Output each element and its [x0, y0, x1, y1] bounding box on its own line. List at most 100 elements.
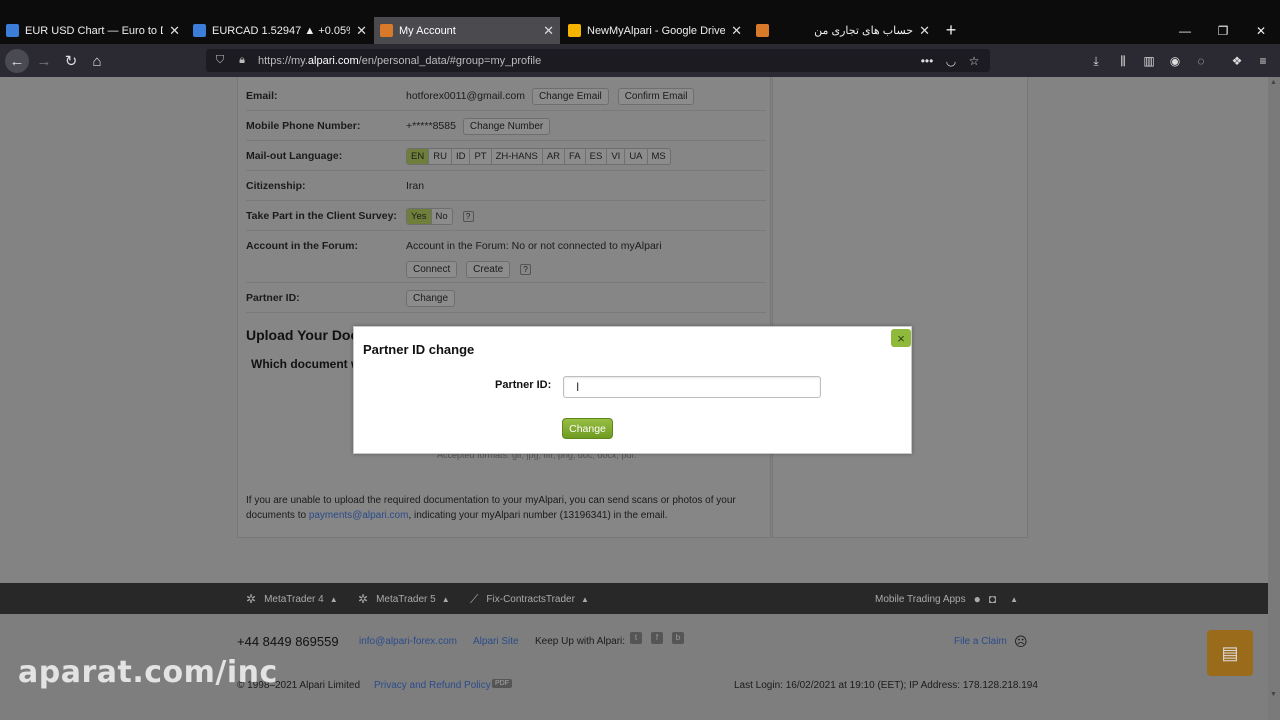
page-scrollbar[interactable]: ▲ ▼ [1268, 77, 1280, 720]
shield-icon[interactable]: ⛉ [212, 49, 228, 72]
menu-icon[interactable]: ≡ [1254, 52, 1272, 70]
partner-id-input[interactable]: I [563, 376, 821, 398]
survey-no-option[interactable]: No [431, 209, 452, 224]
citizenship-row: Citizenship: Iran [246, 171, 766, 201]
blog-icon[interactable]: b [672, 632, 684, 644]
pocket-icon[interactable]: ◡ [942, 52, 960, 70]
citizenship-label: Citizenship: [246, 180, 306, 192]
android-icon: ◘ [988, 592, 997, 606]
modal-close-button[interactable]: × [891, 329, 911, 347]
language-option-id[interactable]: ID [451, 149, 471, 164]
tab-persian-accounts[interactable]: حساب های تجاری من ✕ [750, 17, 936, 44]
caret-up-icon: ▲ [441, 594, 450, 604]
close-tab-icon[interactable]: ✕ [543, 23, 554, 39]
survey-yes-option[interactable]: Yes [407, 209, 432, 224]
home-icon[interactable]: ⌂ [86, 50, 108, 72]
minimize-icon[interactable]: — [1166, 17, 1204, 44]
side-panel [772, 77, 1028, 538]
language-option-zh-hans[interactable]: ZH-HANS [491, 149, 543, 164]
tab-google-drive[interactable]: NewMyAlpari - Google Drive ✕ [562, 17, 748, 44]
tab-favicon-icon [193, 24, 206, 37]
new-tab-icon[interactable]: + [940, 17, 962, 44]
sync-icon[interactable]: ◌ [1192, 52, 1210, 70]
tab-eurcad[interactable]: EURCAD 1.52947 ▲ +0.05% Un ✕ [187, 17, 373, 44]
change-number-button[interactable]: Change Number [462, 118, 551, 135]
footer-email-link[interactable]: info@alpari-forex.com [359, 636, 457, 647]
change-email-button[interactable]: Change Email [531, 88, 609, 105]
phone-label: Mobile Phone Number: [246, 120, 361, 132]
confirm-email-button[interactable]: Confirm Email [617, 88, 695, 105]
upload-subheading: Which document w [251, 357, 361, 371]
language-option-es[interactable]: ES [585, 149, 608, 164]
language-option-vi[interactable]: VI [607, 149, 626, 164]
tab-my-account[interactable]: My Account ✕ [374, 17, 560, 44]
metatrader5-menu[interactable]: ✲ MetaTrader 5 ▲ [358, 592, 450, 606]
sidebar-icon[interactable]: ▥ [1140, 52, 1158, 70]
mobile-apps-menu[interactable]: Mobile Trading Apps ● ◘ ▲ [875, 592, 1018, 606]
partner-change-button[interactable]: Change [406, 290, 456, 307]
scroll-down-icon[interactable]: ▼ [1270, 691, 1277, 698]
close-tab-icon[interactable]: ✕ [731, 23, 742, 39]
payments-email-link[interactable]: payments@alpari.com [309, 510, 409, 521]
metatrader-icon: ✲ [358, 592, 369, 606]
help-icon[interactable]: ? [462, 211, 474, 222]
upload-notice: If you are unable to upload the required… [246, 493, 746, 523]
facebook-icon[interactable]: f [651, 632, 663, 644]
language-option-ms[interactable]: MS [647, 149, 670, 164]
modal-change-button[interactable]: Change [562, 418, 613, 439]
upload-heading: Upload Your Doc [246, 327, 359, 343]
language-option-ru[interactable]: RU [429, 149, 452, 164]
forum-label: Account in the Forum: [246, 240, 358, 252]
language-option-ar[interactable]: AR [542, 149, 566, 164]
privacy-policy-link[interactable]: Privacy and Refund Policy [374, 680, 491, 691]
url-host: alpari.com [307, 54, 359, 67]
phone-value: +*****8585 [406, 120, 456, 132]
close-tab-icon[interactable]: ✕ [356, 23, 367, 39]
fix-contracts-trader-menu[interactable]: ⟋ Fix-ContractsTrader ▲ [470, 592, 589, 607]
connect-forum-button[interactable]: Connect [406, 261, 458, 278]
metatrader4-label: MetaTrader 4 [264, 593, 324, 605]
caret-up-icon: ▲ [580, 595, 589, 604]
tab-eur-usd-chart[interactable]: EUR USD Chart — Euro to Doll ✕ [0, 17, 186, 44]
apple-icon: ● [973, 592, 981, 606]
chat-icon[interactable]: ▤ [1207, 630, 1253, 676]
fix-contracts-icon: ⟋ [470, 592, 479, 606]
tab-title: My Account [399, 24, 456, 37]
lock-icon[interactable]: 🔒︎ [234, 49, 250, 72]
back-arrow-icon[interactable]: ← [5, 49, 29, 73]
email-label: Email: [246, 90, 278, 102]
restore-icon[interactable]: ❐ [1204, 17, 1242, 44]
download-icon[interactable]: ⤓ [1087, 52, 1105, 70]
metatrader4-menu[interactable]: ✲ MetaTrader 4 ▲ [246, 592, 338, 606]
language-option-ua[interactable]: UA [625, 149, 648, 164]
sad-face-icon: ☹ [1014, 634, 1028, 649]
help-icon[interactable]: ? [520, 264, 532, 275]
window-close-icon[interactable]: ✕ [1242, 17, 1280, 44]
url-prefix: https://my. [258, 54, 308, 67]
keep-up-label: Keep Up with Alpari: [535, 636, 626, 647]
address-bar[interactable]: https://my. alpari.com/en/personal_data/#… [206, 49, 990, 72]
browser-tab-bar: EUR USD Chart — Euro to Doll ✕ EURCAD 1.… [0, 0, 1280, 44]
library-icon[interactable]: ⫼ [1114, 52, 1132, 70]
close-tab-icon[interactable]: ✕ [919, 23, 930, 39]
twitter-icon[interactable]: t [630, 632, 642, 644]
bookmark-star-icon[interactable]: ☆ [965, 52, 983, 70]
language-option-fa[interactable]: FA [565, 149, 586, 164]
caret-up-icon: ▲ [1010, 594, 1019, 604]
create-forum-button[interactable]: Create [466, 261, 511, 278]
email-row: Email: hotforex0011@gmail.com Change Ema… [246, 81, 766, 111]
reload-icon[interactable]: ↻ [60, 50, 82, 72]
tab-favicon-icon [380, 24, 393, 37]
file-claim-link[interactable]: File a Claim [954, 636, 1007, 647]
extensions-icon[interactable]: ❖ [1228, 52, 1246, 70]
scroll-up-icon[interactable]: ▲ [1270, 79, 1277, 86]
language-option-pt[interactable]: PT [470, 149, 492, 164]
more-actions-icon[interactable]: ••• [918, 52, 936, 70]
close-tab-icon[interactable]: ✕ [169, 23, 180, 39]
forward-arrow-icon[interactable]: → [33, 50, 55, 72]
profile-card: Email: hotforex0011@gmail.com Change Ema… [237, 77, 771, 538]
language-option-en[interactable]: EN [407, 149, 430, 164]
account-icon[interactable]: ◉ [1166, 52, 1184, 70]
forum-value: Account in the Forum: No or not connecte… [406, 240, 662, 252]
alpari-site-link[interactable]: Alpari Site [473, 636, 519, 647]
